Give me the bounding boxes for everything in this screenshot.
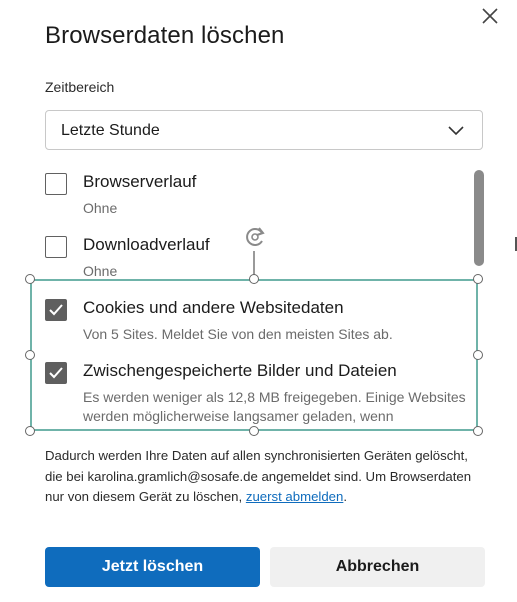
checkmark-icon	[49, 304, 63, 316]
item-title: Browserverlauf	[83, 172, 197, 191]
time-range-value: Letzte Stunde	[61, 122, 160, 139]
time-range-select[interactable]: Letzte Stunde	[45, 110, 483, 150]
clear-now-button[interactable]: Jetzt löschen	[45, 547, 260, 587]
resize-handle-top[interactable]	[249, 274, 259, 284]
item-title: Zwischengespeicherte Bilder und Dateien	[83, 361, 397, 380]
clear-browsing-data-dialog: Browserdaten löschen Zeitbereich Letzte …	[0, 0, 517, 602]
chevron-down-icon	[448, 126, 464, 136]
info-tail: .	[343, 489, 348, 504]
item-title: Downloadverlauf	[83, 235, 210, 254]
resize-handle-top-right[interactable]	[473, 274, 483, 284]
cached-images-checkbox[interactable]	[45, 362, 67, 384]
resize-handle-left[interactable]	[25, 350, 35, 360]
sign-out-link[interactable]: zuerst abmelden	[246, 489, 344, 504]
item-desc: Es werden weniger als 12,8 MB freigegebe…	[83, 389, 466, 424]
dialog-title: Browserdaten löschen	[45, 22, 285, 49]
resize-handle-bottom[interactable]	[249, 426, 259, 436]
close-button[interactable]	[478, 4, 502, 28]
resize-handle-bottom-left[interactable]	[25, 426, 35, 436]
cancel-button[interactable]: Abbrechen	[270, 547, 485, 587]
browser-history-checkbox[interactable]	[45, 173, 67, 195]
close-icon	[482, 8, 498, 24]
item-desc: Ohne	[83, 263, 118, 279]
resize-handle-right[interactable]	[473, 350, 483, 360]
list-scrollbar[interactable]	[474, 170, 484, 266]
item-title: Cookies und andere Websitedaten	[83, 298, 344, 317]
resize-handle-top-left[interactable]	[25, 274, 35, 284]
rotate-handle-stem	[253, 251, 255, 275]
time-range-label: Zeitbereich	[45, 79, 115, 95]
download-history-checkbox[interactable]	[45, 236, 67, 258]
item-desc: Von 5 Sites. Meldet Sie von den meisten …	[83, 326, 393, 342]
resize-handle-bottom-right[interactable]	[473, 426, 483, 436]
sync-info-text: Dadurch werden Ihre Daten auf allen sync…	[45, 446, 485, 508]
rotate-icon[interactable]	[240, 223, 270, 251]
checkmark-icon	[49, 367, 63, 379]
data-type-list: Browserverlauf Ohne Downloadverlauf Ohne…	[30, 162, 478, 426]
cookies-checkbox[interactable]	[45, 299, 67, 321]
item-desc: Ohne	[83, 200, 118, 216]
